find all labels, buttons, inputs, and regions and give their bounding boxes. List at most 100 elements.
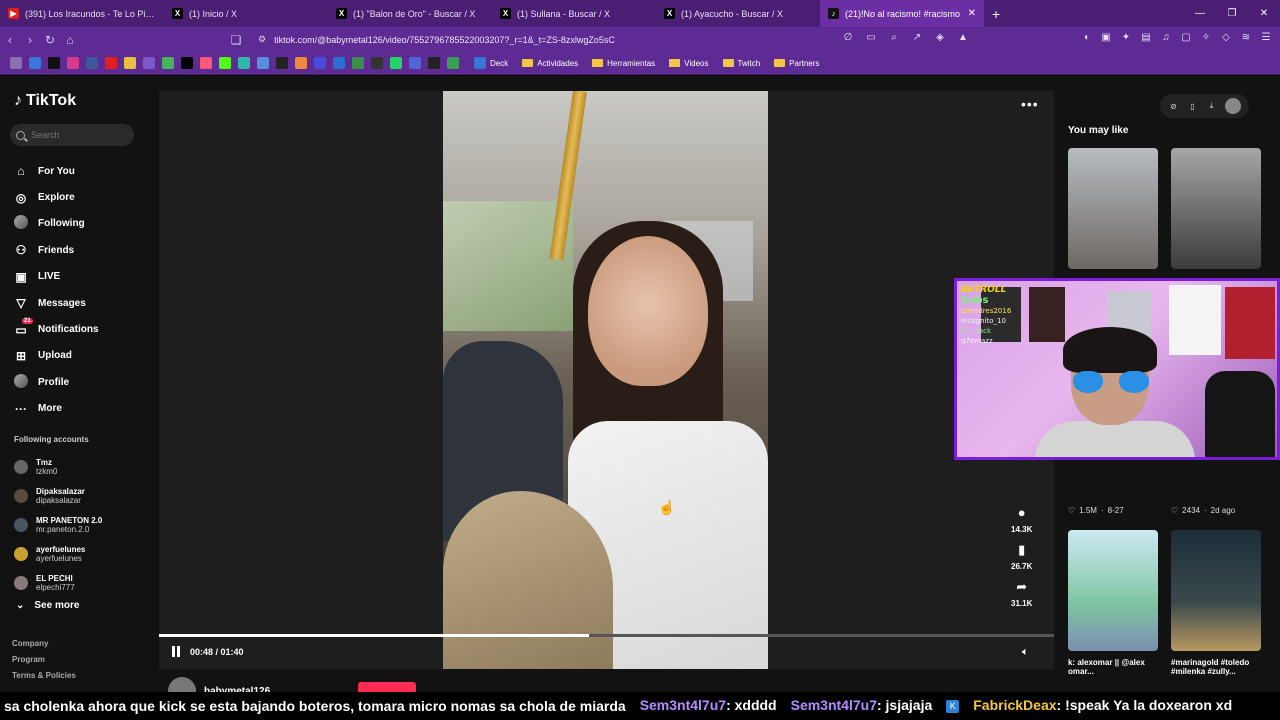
suggested-video-thumbnail[interactable]: [1068, 148, 1158, 269]
close-tab-icon[interactable]: ✕: [968, 8, 976, 19]
sidebar-item-explore[interactable]: ◎ Explore: [14, 184, 99, 210]
sidebar-item-messages[interactable]: ▽ Messages: [14, 290, 99, 316]
bookmark-favicon[interactable]: [275, 57, 288, 69]
bookmark-favicon[interactable]: [123, 57, 136, 69]
minimize-icon[interactable]: —: [1184, 8, 1216, 19]
search-input[interactable]: [31, 130, 121, 140]
zoom-icon[interactable]: ⌕: [886, 32, 902, 43]
bookmark-favicon[interactable]: [180, 57, 193, 69]
suggested-video-thumbnail[interactable]: [1171, 530, 1261, 651]
bookmark-favicon[interactable]: [85, 57, 98, 69]
whatsapp-icon[interactable]: [389, 57, 402, 69]
suggested-video-thumbnail[interactable]: [1068, 530, 1158, 651]
comment-action[interactable]: ● 14.3K: [1011, 505, 1032, 538]
footer-link-program[interactable]: Program: [12, 655, 76, 671]
puzzle-icon[interactable]: ✦: [1120, 32, 1132, 44]
save-action[interactable]: ▮ 26.7K: [1011, 542, 1032, 575]
account-item[interactable]: EL PECHI elpechi777: [14, 568, 102, 597]
tab-x-balon[interactable]: X (1) "Balon de Oro" - Buscar / X: [328, 0, 492, 27]
bookmark-favicon[interactable]: [294, 57, 307, 69]
close-window-icon[interactable]: ✕: [1248, 8, 1280, 19]
forward-icon[interactable]: ›: [20, 33, 40, 47]
video-progress-bar[interactable]: [159, 634, 1054, 637]
shield-icon[interactable]: ◇: [1220, 32, 1232, 44]
bookmark-folder-partners[interactable]: Partners: [774, 59, 819, 68]
sidebar-item-more[interactable]: ··· More: [14, 396, 99, 422]
vpn-icon[interactable]: ≋: [1240, 32, 1252, 44]
user-avatar[interactable]: [1225, 98, 1241, 114]
coins-icon[interactable]: ⊘: [1168, 102, 1179, 111]
music-icon[interactable]: ♫: [1160, 32, 1172, 44]
sidebar-item-for-you[interactable]: ⌂ For You: [14, 158, 99, 184]
reload-icon[interactable]: ↻: [40, 33, 60, 47]
sidebar-item-upload[interactable]: ⊞ Upload: [14, 343, 99, 369]
screen-icon[interactable]: ▭: [863, 32, 879, 43]
bookmark-favicon[interactable]: [351, 57, 364, 69]
bookmark-favicon[interactable]: [237, 57, 250, 69]
bookmark-icon[interactable]: ❏: [226, 33, 246, 47]
back-icon[interactable]: ‹: [0, 33, 20, 47]
tab-tiktok-active[interactable]: ♪ (21)!No al racismo! #racismo ✕: [820, 0, 984, 27]
tab-x-home[interactable]: X (1) Inicio / X: [164, 0, 328, 27]
suggested-video-thumbnail[interactable]: [1171, 148, 1261, 269]
bookmark-favicon[interactable]: [66, 57, 79, 69]
sidebar-item-notifications[interactable]: ▭ 21 Notifications: [14, 316, 99, 342]
wallet-icon[interactable]: ▢: [1180, 32, 1192, 44]
alert-icon[interactable]: ▲: [955, 32, 971, 43]
mute-icon[interactable]: ∅: [840, 32, 856, 43]
bookmark-favicon[interactable]: [446, 57, 459, 69]
bookmark-favicon[interactable]: [142, 57, 155, 69]
sidebar-icon[interactable]: ▤: [1140, 32, 1152, 44]
menu-icon[interactable]: ☰: [1260, 32, 1272, 44]
home-icon[interactable]: ⌂: [60, 33, 80, 47]
bookmark-favicon[interactable]: [332, 57, 345, 69]
sidebar-item-profile[interactable]: Profile: [14, 369, 99, 395]
search-box[interactable]: [10, 124, 134, 146]
footer-link-company[interactable]: Company: [12, 639, 76, 655]
pause-icon[interactable]: [172, 646, 182, 657]
bookmark-folder-actividades[interactable]: Actividades: [522, 59, 578, 68]
bookmark-folder-twitch[interactable]: Twitch: [722, 59, 760, 68]
bookmark-favicon[interactable]: [104, 57, 117, 69]
volume-icon[interactable]: 🔈︎: [1022, 646, 1029, 659]
bookmark-favicon[interactable]: [218, 57, 231, 69]
site-info-icon[interactable]: ⚙: [258, 34, 266, 45]
bookmark-deck[interactable]: Deck: [474, 57, 508, 69]
bookmark-favicon[interactable]: [408, 57, 421, 69]
extension-icon[interactable]: ◖: [1080, 32, 1092, 44]
device-icon[interactable]: ▯: [1187, 102, 1198, 111]
suggested-video-caption[interactable]: k: alexomar || @alex omar...: [1068, 658, 1163, 676]
account-item[interactable]: ayerfuelunes ayerfuelunes: [14, 539, 102, 568]
account-item[interactable]: MR PANETON 2.0 mr.paneton.2.0: [14, 510, 102, 539]
maximize-icon[interactable]: ❐: [1216, 8, 1248, 19]
tiktok-logo[interactable]: ♪ TikTok: [14, 92, 76, 110]
tab-x-sullana[interactable]: X (1) Sullana - Buscar / X: [492, 0, 656, 27]
share-icon[interactable]: ↗: [909, 32, 925, 43]
sidebar-item-live[interactable]: ▣ LIVE: [14, 264, 99, 290]
extension-icon[interactable]: ▣: [1100, 32, 1112, 44]
account-item[interactable]: Dipaksalazar dipaksalazar: [14, 481, 102, 510]
bookmark-favicon[interactable]: [256, 57, 269, 69]
sidebar-item-following[interactable]: Following: [14, 211, 99, 237]
bookmark-favicon[interactable]: [370, 57, 383, 69]
bookmark-favicon[interactable]: [161, 57, 174, 69]
bookmark-favicon[interactable]: [427, 57, 440, 69]
tab-x-ayacucho[interactable]: X (1) Ayacucho - Buscar / X: [656, 0, 820, 27]
suggested-video-caption[interactable]: #marinagold #toledo #milenka #zully...: [1171, 658, 1266, 676]
bookmark-folder-videos[interactable]: Videos: [669, 59, 709, 68]
new-tab-button[interactable]: +: [984, 6, 1008, 22]
sparkle-icon[interactable]: ✧: [1200, 32, 1212, 44]
bookmark-favicon[interactable]: [199, 57, 212, 69]
download-icon[interactable]: ⤓: [1206, 101, 1217, 111]
tab-youtube[interactable]: ▶ (391) Los Iracundos - Te Lo Pido de F: [0, 0, 164, 27]
bookmark-favicon[interactable]: [313, 57, 326, 69]
sidebar-item-friends[interactable]: ⚇ Friends: [14, 237, 99, 263]
share-action[interactable]: ➦ 31.1K: [1011, 579, 1032, 612]
bookmark-favicon[interactable]: [28, 57, 41, 69]
bookmark-folder-herramientas[interactable]: Herramientas: [592, 59, 655, 68]
video-player[interactable]: ☝ ••• ● 14.3K ▮ 26.7K ➦ 31.1K: [159, 91, 1054, 669]
more-options-icon[interactable]: •••: [1021, 96, 1039, 112]
bookmark-favicon[interactable]: [47, 57, 60, 69]
video-frame[interactable]: [443, 91, 768, 669]
account-item[interactable]: Tmz tzkm0: [14, 452, 102, 481]
